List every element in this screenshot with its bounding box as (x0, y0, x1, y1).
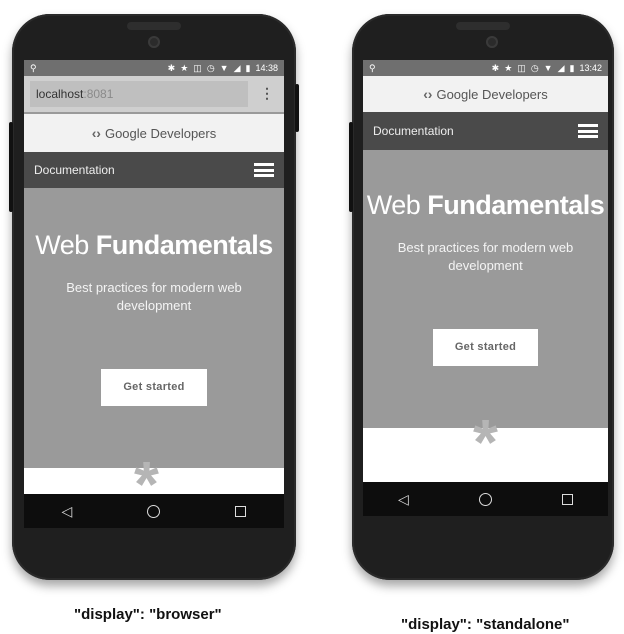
alarm-icon: ◷ (206, 62, 215, 73)
asterisk-icon: * (473, 406, 498, 478)
brand-name[interactable]: Google Developers (436, 87, 547, 102)
screen: ⚲ ✱ ★ ◫ ◷ ▼ ◢ ▮ 14:38 localhost:8081 ⋮ ‹… (24, 60, 284, 528)
brand-bar: ‹ › Google Developers (24, 114, 284, 152)
home-circle-icon[interactable] (478, 492, 492, 506)
status-bar: ⚲ ✱ ★ ◫ ◷ ▼ ◢ ▮ 14:38 (24, 60, 284, 76)
battery-icon: ▮ (569, 62, 575, 73)
nav-label[interactable]: Documentation (373, 124, 454, 138)
bluetooth-icon: ✱ (167, 62, 176, 73)
hero: Web Fundamentals Best practices for mode… (24, 188, 284, 468)
location-icon: ⚲ (30, 62, 37, 73)
url-port: :8081 (83, 87, 114, 101)
wifi-icon: ▼ (543, 63, 553, 73)
signal-icon: ◢ (233, 62, 241, 73)
front-camera (486, 36, 498, 48)
volume-button (349, 122, 353, 212)
status-time: 13:42 (579, 63, 602, 73)
url-host: localhost (36, 87, 84, 101)
hamburger-menu-icon[interactable] (578, 124, 598, 138)
overflow-menu-icon[interactable]: ⋮ (260, 84, 274, 102)
hero-title: Web Fundamentals (366, 190, 605, 220)
alarm-icon: ◷ (530, 62, 539, 73)
get-started-button[interactable]: Get started (432, 329, 539, 366)
location-icon: ⚲ (369, 62, 376, 73)
phone-standalone: ⚲ ✱ ★ ◫ ◷ ▼ ◢ ▮ 13:42 ‹ › Google Develop… (349, 14, 614, 580)
screen: ⚲ ✱ ★ ◫ ◷ ▼ ◢ ▮ 13:42 ‹ › Google Develop… (363, 60, 608, 516)
speaker-grille (127, 22, 181, 30)
url-field[interactable]: localhost:8081 (30, 81, 248, 107)
phone-browser: ⚲ ✱ ★ ◫ ◷ ▼ ◢ ▮ 14:38 localhost:8081 ⋮ ‹… (9, 14, 299, 580)
caption-standalone: "display": "standalone" (401, 616, 570, 633)
system-nav-bar: ◁ (24, 494, 284, 528)
system-nav-bar: ◁ (363, 482, 608, 516)
front-camera (148, 36, 160, 48)
home-circle-icon[interactable] (147, 504, 161, 518)
battery-icon: ▮ (245, 62, 251, 73)
vibrate-icon: ◫ (517, 62, 526, 73)
brand-bar: ‹ › Google Developers (363, 76, 608, 112)
star-icon: ★ (180, 62, 189, 73)
google-developers-logo-icon: ‹ › (91, 125, 101, 141)
brand-name[interactable]: Google Developers (105, 126, 216, 141)
back-triangle-icon[interactable]: ◁ (62, 504, 73, 518)
google-developers-logo-icon: ‹ › (423, 86, 432, 102)
wifi-icon: ▼ (219, 63, 229, 73)
power-button (295, 84, 299, 132)
vibrate-icon: ◫ (193, 62, 202, 73)
hero-subtitle: Best practices for modern web developmen… (66, 280, 242, 313)
star-icon: ★ (504, 62, 513, 73)
hero-title: Web Fundamentals (35, 230, 273, 260)
documentation-nav: Documentation (24, 152, 284, 188)
documentation-nav: Documentation (363, 112, 608, 150)
nav-label[interactable]: Documentation (34, 163, 115, 177)
recents-square-icon[interactable] (561, 493, 573, 505)
browser-address-bar: localhost:8081 ⋮ (24, 76, 284, 112)
signal-icon: ◢ (557, 62, 565, 73)
recents-square-icon[interactable] (235, 505, 247, 517)
get-started-button[interactable]: Get started (101, 369, 207, 406)
hero-subtitle: Best practices for modern web developmen… (397, 240, 574, 273)
status-time: 14:38 (255, 63, 278, 73)
hero: Web Fundamentals Best practices for mode… (363, 150, 608, 428)
bluetooth-icon: ✱ (491, 62, 500, 73)
back-triangle-icon[interactable]: ◁ (398, 492, 409, 506)
caption-browser: "display": "browser" (74, 606, 222, 623)
speaker-grille (456, 22, 510, 30)
hamburger-menu-icon[interactable] (254, 163, 274, 177)
status-bar: ⚲ ✱ ★ ◫ ◷ ▼ ◢ ▮ 13:42 (363, 60, 608, 76)
volume-button (9, 122, 13, 212)
